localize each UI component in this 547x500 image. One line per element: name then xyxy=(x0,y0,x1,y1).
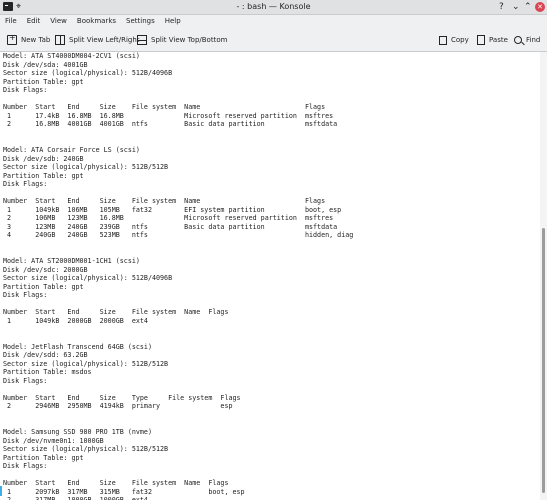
terminal-line: Number Start End Size File system Name F… xyxy=(3,308,229,317)
terminal-line: Sector size (logical/physical): 512B/512… xyxy=(3,163,169,172)
find-label: Find xyxy=(526,36,541,44)
split-top-bottom-label: Split View Top/Bottom xyxy=(151,36,228,44)
terminal-line: Partition Table: gpt xyxy=(3,453,84,462)
terminal-line: Number Start End Size Type File system F… xyxy=(3,393,241,402)
title-bar: ⌖ - : bash — Konsole ? ⌄ ⌃ ✕ xyxy=(0,0,547,15)
terminal-line: Model: ATA ST2000DM001-1CH1 (scsi) xyxy=(3,257,140,266)
split-top-bottom-icon xyxy=(137,35,147,45)
menu-bookmarks[interactable]: Bookmarks xyxy=(72,14,121,28)
terminal-line: 2 317MB 1000GB 1000GB ext4 xyxy=(0,496,540,500)
menu-bar: File Edit View Bookmarks Settings Help xyxy=(0,14,547,28)
terminal-line: Number Start End Size File system Name F… xyxy=(3,479,229,488)
menu-help[interactable]: Help xyxy=(160,14,186,28)
terminal-line: Disk /dev/sdc: 2000GB xyxy=(3,265,88,274)
terminal-scrollbar[interactable] xyxy=(540,52,547,500)
copy-icon xyxy=(439,35,447,45)
maximize-button[interactable]: ⌃ xyxy=(524,0,532,14)
copy-button[interactable]: Copy xyxy=(439,29,469,51)
terminal-line: Sector size (logical/physical): 512B/409… xyxy=(3,274,173,283)
toolbar: New Tab Split View Left/Right Split View… xyxy=(0,29,547,52)
new-tab-icon xyxy=(7,33,17,45)
terminal-line: Sector size (logical/physical): 512B/409… xyxy=(3,69,173,78)
window-title: - : bash — Konsole xyxy=(236,2,311,11)
paste-icon xyxy=(477,35,485,45)
terminal-line: Disk Flags: xyxy=(3,376,48,385)
terminal-line: Sector size (logical/physical): 512B/512… xyxy=(3,445,169,454)
terminal-line: Disk /dev/nvme0n1: 1000GB xyxy=(3,436,104,445)
terminal-line: 1 2097kB 317MB 315MB fat32 boot, esp xyxy=(3,487,245,496)
terminal-line: Partition Table: gpt xyxy=(3,77,84,86)
scrollbar-thumb[interactable] xyxy=(542,228,545,493)
terminal-line: Model: ATA ST4000DM004-2CV1 (scsi) xyxy=(3,52,140,60)
help-button[interactable]: ? xyxy=(499,0,504,14)
copy-label: Copy xyxy=(451,36,469,44)
terminal-line: Disk Flags: xyxy=(3,86,48,95)
split-left-right-label: Split View Left/Right xyxy=(69,36,140,44)
terminal-line: 2 106MB 123MB 16.8MB Microsoft reserved … xyxy=(3,214,334,223)
paste-button[interactable]: Paste xyxy=(477,29,508,51)
menu-edit[interactable]: Edit xyxy=(22,14,46,28)
terminal-line: 1 1049kB 106MB 105MB fat32 EFI system pa… xyxy=(3,205,342,214)
terminal-line: Disk Flags: xyxy=(3,291,48,300)
minimize-button[interactable]: ⌄ xyxy=(512,0,520,14)
terminal-line: 1 1049kB 2000GB 2000GB ext4 xyxy=(3,316,148,325)
menu-file[interactable]: File xyxy=(0,14,22,28)
terminal-line: Disk /dev/sdb: 240GB xyxy=(3,154,84,163)
new-tab-button[interactable]: New Tab xyxy=(7,29,50,51)
terminal-line: Number Start End Size File system Name F… xyxy=(3,103,326,112)
terminal-line: 1 17.4kB 16.8MB 16.8MB Microsoft reserve… xyxy=(3,111,334,120)
terminal-line: Partition Table: gpt xyxy=(3,171,84,180)
text-cursor xyxy=(0,486,2,496)
split-top-bottom-button[interactable]: Split View Top/Bottom xyxy=(137,29,227,51)
terminal-line: Number Start End Size File system Name F… xyxy=(3,197,326,206)
terminal-line: Partition Table: gpt xyxy=(3,282,84,291)
terminal-output[interactable]: Model: ATA ST4000DM004-2CV1 (scsi) Disk /… xyxy=(0,52,540,500)
terminal-line: Sector size (logical/physical): 512B/512… xyxy=(3,359,169,368)
search-icon xyxy=(514,36,522,44)
split-left-right-icon xyxy=(55,35,65,45)
terminal-line: 2 16.8MB 4001GB 4001GB ntfs Basic data p… xyxy=(3,120,338,129)
new-tab-label: New Tab xyxy=(21,36,51,44)
terminal-line: 2 2946MB 2950MB 4194kB primary esp xyxy=(3,402,233,411)
terminal-line: Partition Table: msdos xyxy=(3,368,92,377)
paste-label: Paste xyxy=(489,36,508,44)
terminal-line: Model: JetFlash Transcend 64GB (scsi) xyxy=(3,342,152,351)
find-button[interactable]: Find xyxy=(514,29,540,51)
terminal-line: Disk Flags: xyxy=(3,180,48,189)
terminal-line: Disk Flags: xyxy=(3,462,48,471)
terminal-line: Disk /dev/sda: 4001GB xyxy=(3,60,88,69)
terminal-line: 3 123MB 240GB 239GB ntfs Basic data part… xyxy=(3,222,338,231)
menu-view[interactable]: View xyxy=(45,14,72,28)
menu-settings[interactable]: Settings xyxy=(121,14,160,28)
close-button[interactable]: ✕ xyxy=(535,2,545,12)
terminal-line: Disk /dev/sdd: 63.2GB xyxy=(3,351,88,360)
split-left-right-button[interactable]: Split View Left/Right xyxy=(55,29,140,51)
terminal-line: Model: ATA Corsair Force LS (scsi) xyxy=(3,146,140,155)
terminal-line: 4 240GB 240GB 523MB ntfs hidden, diag xyxy=(3,231,354,240)
terminal-line: Model: Samsung SSD 980 PRO 1TB (nvme) xyxy=(3,428,152,437)
